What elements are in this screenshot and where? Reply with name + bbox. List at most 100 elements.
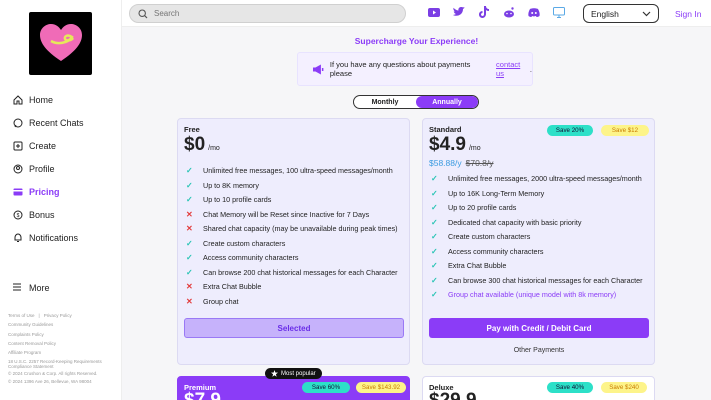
feature-text: Access community characters — [203, 253, 299, 263]
check-icon: ✓ — [431, 290, 438, 300]
sidebar-item-recent-chats[interactable]: Recent Chats — [12, 111, 84, 134]
sidebar-item-bonus[interactable]: $ Bonus — [12, 203, 84, 226]
cross-icon: ✕ — [186, 209, 193, 219]
search-input[interactable] — [154, 9, 394, 18]
sidebar: Home Recent Chats Create Profile Pricing… — [0, 0, 122, 400]
guidelines-link[interactable]: Community Guidelines — [8, 320, 118, 329]
feature-item: ✓ Access community characters — [186, 251, 398, 266]
main-content: Supercharge Your Experience! If you have… — [122, 27, 711, 400]
save-amount-badge: Save $143.92 — [356, 382, 406, 393]
feature-item: ✓ Can browse 300 chat historical messages… — [431, 274, 643, 289]
feature-item: ✓ Can browse 200 chat historical messages… — [186, 266, 398, 281]
privacy-link[interactable]: Privacy Policy — [44, 311, 72, 320]
sidebar-item-pricing[interactable]: Pricing — [12, 180, 84, 203]
sidebar-more-button[interactable]: More — [12, 282, 50, 294]
check-icon: ✓ — [186, 238, 193, 248]
most-popular-label: Most popular — [281, 370, 316, 377]
tiktok-icon[interactable] — [478, 6, 490, 18]
usc-link[interactable]: 18 U.S.C. 2257 Record-Keeping Requiremen… — [8, 359, 118, 369]
discord-icon[interactable] — [528, 6, 540, 18]
user-icon — [12, 163, 23, 174]
plus-square-icon — [12, 140, 23, 151]
chevron-down-icon — [642, 11, 651, 16]
feature-text: Chat Memory will be Reset since Inactive… — [203, 209, 370, 219]
plan-price: $4.9/mo — [429, 134, 481, 156]
language-select[interactable]: English — [583, 4, 659, 23]
twitter-icon[interactable] — [453, 6, 465, 18]
app-logo[interactable] — [29, 12, 92, 75]
address-text: © 2024 1396 Ave 26, Bellevue, WA 98004 — [8, 379, 92, 385]
check-icon: ✓ — [186, 166, 193, 175]
sidebar-item-create[interactable]: Create — [12, 134, 84, 157]
search-bar[interactable] — [129, 4, 406, 23]
feature-text: Access community characters — [448, 246, 544, 256]
cross-icon: ✕ — [186, 296, 193, 306]
sidebar-item-label: Home — [29, 94, 54, 105]
other-payments-link[interactable]: Other Payments — [423, 347, 655, 354]
sidebar-item-profile[interactable]: Profile — [12, 157, 84, 180]
feature-text: Can browse 200 chat historical messages … — [203, 267, 398, 277]
check-icon: ✓ — [431, 232, 438, 242]
check-icon: ✓ — [431, 174, 438, 183]
complaints-link[interactable]: Complaints Policy — [8, 330, 118, 339]
sign-in-link[interactable]: Sign In — [675, 9, 701, 19]
feature-text: Extra Chat Bubble — [448, 261, 507, 271]
feature-item: ✓ Up to 8K memory — [186, 179, 398, 194]
monthly-option[interactable]: Monthly — [354, 96, 416, 108]
plan-card-premium: Premium Save 60% Save $143.92 $7.9 — [177, 376, 410, 400]
pay-card-button[interactable]: Pay with Credit / Debit Card — [429, 318, 649, 338]
feature-text: Group chat available (unique model with … — [448, 290, 617, 300]
sidebar-footer: Terms of Use | Privacy Policy Community … — [8, 311, 118, 386]
sidebar-item-home[interactable]: Home — [12, 88, 84, 111]
check-icon: ✓ — [431, 203, 438, 213]
save-percent-badge: Save 40% — [547, 382, 593, 393]
footer-separator: | — [38, 313, 40, 318]
annually-option[interactable]: Annually — [416, 96, 478, 108]
save-amount-badge: Save $240 — [601, 382, 647, 393]
menu-icon — [12, 282, 23, 294]
notice-text: If you have any questions about payments… — [329, 60, 471, 78]
terms-link[interactable]: Terms of Use — [8, 311, 35, 320]
selected-button[interactable]: Selected — [184, 318, 404, 338]
sidebar-more-label: More — [29, 283, 50, 293]
feature-list: ✓ Unlimited free messages, 2000 ultra-spe… — [431, 172, 643, 303]
reddit-icon[interactable] — [503, 6, 515, 18]
plan-price: $7.9 — [184, 390, 221, 400]
sidebar-item-notifications[interactable]: Notifications — [12, 226, 84, 249]
yearly-price-value: $58.88/y — [429, 158, 462, 168]
svg-text:$: $ — [16, 213, 19, 219]
affiliate-link[interactable]: Affiliate Program — [8, 348, 118, 357]
feature-item: ✓ Access community characters — [431, 245, 643, 260]
check-icon: ✓ — [431, 275, 438, 285]
save-amount-badge: Save $12 — [601, 125, 649, 136]
check-icon: ✓ — [431, 217, 438, 227]
most-popular-badge: Most popular — [265, 368, 322, 379]
youtube-icon[interactable] — [428, 6, 440, 18]
top-bar: English Sign In — [122, 0, 711, 27]
contact-us-link[interactable]: contact us — [496, 60, 530, 78]
feature-text: Dedicated chat capacity with basic prior… — [448, 217, 582, 227]
star-icon — [271, 370, 278, 377]
content-removal-link[interactable]: Content Removal Policy — [8, 339, 118, 348]
cross-icon: ✕ — [186, 224, 193, 234]
feature-text: Group chat — [203, 296, 239, 306]
feature-text: Up to 10 profile cards — [203, 195, 272, 205]
plan-name: Free — [184, 125, 200, 134]
notice-end: . — [529, 64, 532, 74]
card-icon — [12, 186, 23, 197]
feature-text: Can browse 300 chat historical messages … — [448, 275, 643, 285]
feature-item: ✓ Unlimited free messages, 2000 ultra-spe… — [431, 172, 643, 187]
plan-name: Standard — [429, 125, 462, 134]
social-links — [428, 6, 565, 18]
yearly-price-original: $70.8/y — [465, 158, 494, 168]
feature-text: Unlimited free messages, 100 ultra-speed… — [203, 166, 393, 175]
home-icon — [12, 94, 23, 105]
cross-icon: ✕ — [186, 282, 193, 292]
feature-text: Up to 16K Long-Term Memory — [448, 188, 545, 198]
save-percent-badge: Save 60% — [302, 382, 350, 393]
desktop-icon[interactable] — [553, 6, 565, 18]
chat-icon — [12, 117, 23, 128]
billing-toggle[interactable]: Monthly Annually — [353, 95, 479, 109]
feature-list: ✓ Unlimited free messages, 100 ultra-spee… — [186, 164, 398, 309]
feature-text: Create custom characters — [203, 238, 286, 248]
